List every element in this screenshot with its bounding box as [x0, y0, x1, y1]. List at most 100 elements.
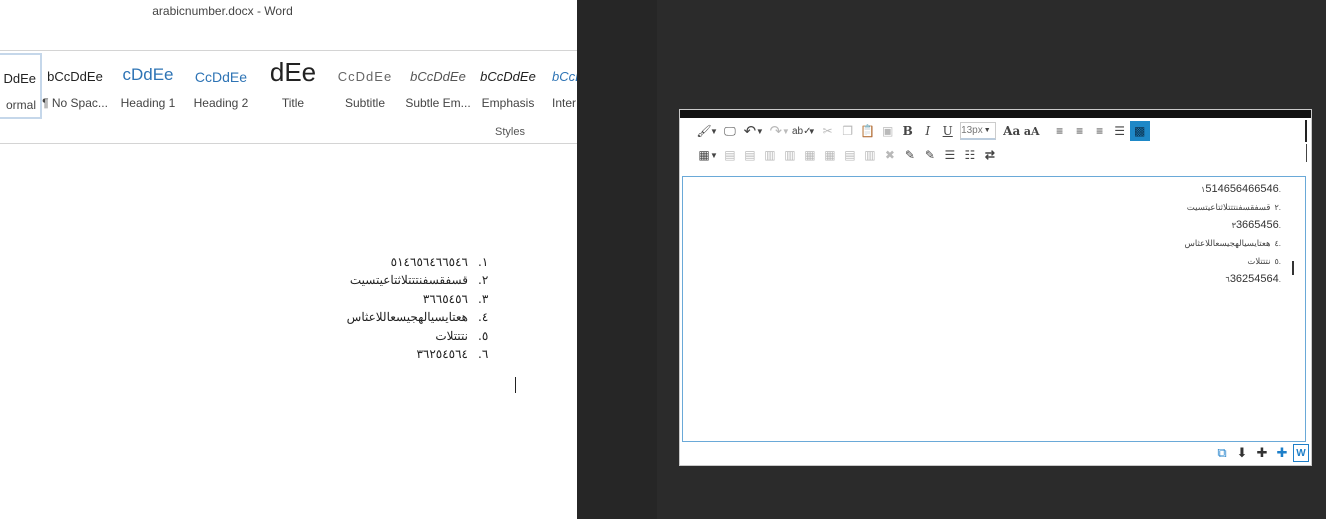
italic-icon[interactable]: I — [918, 121, 938, 141]
style-preview: bCcDdEe — [410, 69, 466, 84]
toolbar-row-1: 🖌 ▼ 🖵 ↶ ▼ ↷ ▼ ab✓ ▼ ✂ ❐ 📋 ▣ B I U 13px ▼ Aa a… — [694, 120, 1150, 142]
style-name: Heading 2 — [193, 96, 249, 110]
text-direction-icon[interactable]: ⇄ — [980, 145, 1000, 165]
rich-text-editor: 🖌 ▼ 🖵 ↶ ▼ ↷ ▼ ab✓ ▼ ✂ ❐ 📋 ▣ B I U 13px ▼ Aa a… — [679, 109, 1312, 466]
highlight-icon[interactable]: ▩ — [1129, 121, 1150, 141]
style-heading-2[interactable]: CcDdEe Heading 2 — [186, 53, 256, 115]
insert-col-right-icon[interactable]: ▥ — [780, 145, 800, 165]
cut-icon[interactable]: ✂ — [818, 121, 838, 141]
delete-table-icon[interactable]: ✖ — [880, 145, 900, 165]
insert-col-left-icon[interactable]: ▥ — [760, 145, 780, 165]
chevron-down-icon: ▼ — [983, 127, 991, 134]
copy-icon[interactable]: ❐ — [838, 121, 858, 141]
word-export-icon[interactable]: W — [1293, 444, 1309, 462]
font-size-value: 13px — [961, 125, 983, 136]
style-normal[interactable]: DdEe ormal — [0, 53, 42, 119]
chevron-down-icon[interactable]: ▼ — [782, 127, 790, 136]
list-item-number: .٣ — [478, 291, 489, 306]
list-item-text: نتتتلات — [1247, 256, 1271, 266]
editor-content-area[interactable]: .١514656466546 .٢قسفقسفنتتتلاثتاعيتسيت .… — [682, 176, 1306, 442]
list-item-number: .٢ — [478, 273, 489, 288]
style-preview: cDdEe — [122, 65, 174, 84]
style-name: Subtle Em... — [405, 96, 471, 110]
justify-icon[interactable]: ☰ — [1110, 121, 1130, 141]
list-item: ٥١٤٦٥٦٤٦٦٥٤٦ .١ — [300, 255, 500, 273]
split-cells-icon[interactable]: ▦ — [820, 145, 840, 165]
style-emphasis[interactable]: bCcDdEe Emphasis — [476, 53, 540, 115]
toolbar-divider — [1305, 120, 1307, 142]
select-all-icon[interactable]: ▣ — [878, 121, 898, 141]
add-icon[interactable]: ✚ — [1253, 444, 1271, 462]
list-item: ٣٦٦٥٤٥٦ .٣ — [300, 292, 500, 310]
chevron-down-icon[interactable]: ▼ — [808, 127, 816, 136]
style-preview: dEe — [269, 57, 317, 87]
list-item-text: ٥١٤٦٥٦٤٦٦٥٤٦ — [390, 255, 468, 269]
document-list: ٥١٤٦٥٦٤٦٦٥٤٦ .١ قسفقسفنتتتلاثتاعيتسيت .٢… — [300, 255, 500, 365]
list-item: .٤هعتايسيالهجيسعاللاعثاس — [1185, 233, 1281, 251]
screen-icon[interactable]: 🖵 — [720, 121, 740, 141]
font-bigger-icon[interactable]: Aa — [1002, 121, 1022, 141]
style-title[interactable]: dEe Title — [258, 53, 328, 115]
list-item-text: هعتايسيالهجيسعاللاعثاس — [346, 310, 468, 325]
bold-icon[interactable]: B — [898, 121, 918, 141]
chevron-down-icon[interactable]: ▼ — [756, 127, 764, 136]
delete-col-icon[interactable]: ▥ — [860, 145, 880, 165]
dark-sidebar-strip — [577, 0, 657, 519]
styles-ribbon: DdEe ormal bCcDdEe ¶ No Spac... cDdEe He… — [0, 50, 577, 144]
editor-top-bar — [680, 110, 1311, 118]
download-icon[interactable]: ⬇ — [1233, 444, 1251, 462]
text-cursor — [515, 377, 516, 393]
merge-cells-icon[interactable]: ▦ — [800, 145, 820, 165]
style-name: ¶ No Spac... — [42, 96, 108, 110]
style-subtle-emphasis[interactable]: bCcDdEe Subtle Em... — [402, 53, 474, 115]
insert-row-below-icon[interactable]: ▤ — [740, 145, 760, 165]
font-size-select[interactable]: 13px ▼ — [959, 122, 996, 140]
numbered-list-icon[interactable]: ☷ — [960, 145, 980, 165]
toolbar-row-2: ▦ ▼ ▤ ▤ ▥ ▥ ▦ ▦ ▤ ▥ ✖ ✎ ✎ ☰ ☷ ⇄ — [694, 144, 1000, 166]
delete-row-icon[interactable]: ▤ — [840, 145, 860, 165]
list-item: .٢قسفقسفنتتتلاثتاعيتسيت — [1185, 197, 1281, 215]
word-window: arabicnumber.docx - Word DdEe ormal bCcD… — [0, 0, 577, 519]
paste-icon[interactable]: 📋 — [858, 121, 878, 141]
list-item-number: .٥ — [478, 328, 489, 343]
expand-icon[interactable]: ⧉ — [1213, 444, 1231, 462]
style-no-spacing[interactable]: bCcDdEe ¶ No Spac... — [42, 53, 108, 115]
font-smaller-icon[interactable]: aA — [1022, 121, 1042, 141]
list-item: هعتايسيالهجيسعاللاعثاس .٤ — [300, 310, 500, 328]
list-item: قسفقسفنتتتلاثتاعيتسيت .٢ — [300, 273, 500, 291]
list-item-number: .٤ — [1274, 239, 1281, 248]
style-subtitle[interactable]: CcDdEe Subtitle — [330, 53, 400, 115]
add-alt-icon[interactable]: ✚ — [1273, 444, 1291, 462]
list-item-text: ٣٦٦٥٤٥٦ — [422, 291, 468, 306]
list-item-text: نتتتلات — [435, 328, 468, 343]
align-center-icon[interactable]: ≡ — [1070, 121, 1090, 141]
list-item-text: هعتايسيالهجيسعاللاعثاس — [1184, 238, 1271, 248]
list-item: .٥نتتتلات — [1185, 251, 1281, 269]
style-intense[interactable]: bCcL Inter — [548, 53, 577, 115]
list-item-text: 3665456 — [1235, 219, 1279, 231]
bullet-list-icon[interactable]: ☰ — [940, 145, 960, 165]
style-name: ormal — [5, 98, 36, 112]
style-name: Inter — [552, 96, 577, 110]
table-props-icon[interactable]: ✎ — [900, 145, 920, 165]
list-item-number: .١ — [478, 255, 489, 269]
list-item-text: قسفقسفنتتتلاثتاعيتسيت — [1186, 202, 1271, 212]
list-item: .٦36254564 — [1185, 269, 1281, 287]
list-item: ٣٦٢٥٤٥٦٤ .٦ — [300, 347, 500, 365]
align-right-icon[interactable]: ≡ — [1090, 121, 1110, 141]
list-item-number: .٦ — [478, 346, 489, 361]
align-left-icon[interactable]: ≡ — [1050, 121, 1070, 141]
style-name: Subtitle — [344, 96, 386, 110]
style-preview: CcDdEe — [337, 69, 393, 84]
chevron-down-icon[interactable]: ▼ — [710, 127, 718, 136]
style-name: Emphasis — [481, 96, 535, 110]
list-item: .١514656466546 — [1185, 179, 1281, 197]
style-preview: DdEe — [3, 71, 36, 86]
toolbar-divider — [1306, 144, 1307, 162]
underline-icon[interactable]: U — [938, 121, 958, 141]
editor-list: .١514656466546 .٢قسفقسفنتتتلاثتاعيتسيت .… — [1185, 179, 1281, 287]
style-heading-1[interactable]: cDdEe Heading 1 — [112, 53, 184, 115]
insert-row-above-icon[interactable]: ▤ — [720, 145, 740, 165]
chevron-down-icon[interactable]: ▼ — [710, 151, 718, 160]
cell-props-icon[interactable]: ✎ — [920, 145, 940, 165]
